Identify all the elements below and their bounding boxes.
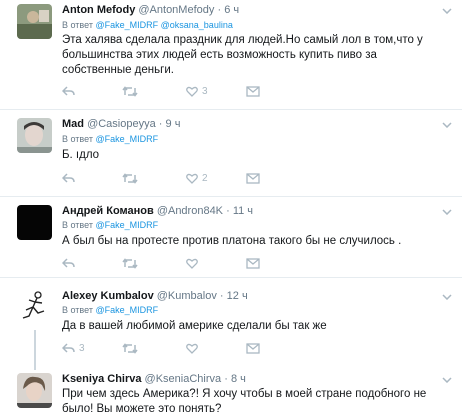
tweet-actions: [62, 258, 302, 274]
chevron-down-icon[interactable]: [442, 122, 452, 128]
like-button[interactable]: [186, 258, 198, 269]
separator-dot: ·: [158, 118, 163, 130]
dm-button[interactable]: [246, 86, 260, 97]
author-line: Alexey Kumbalov @Kumbalov · 12 ч: [62, 290, 248, 302]
tweet[interactable]: Kseniya Chirva @KseniaChirva · 8 ч При ч…: [0, 370, 462, 420]
avatar[interactable]: [17, 118, 52, 153]
dm-icon: [246, 258, 260, 269]
tweet-text: Б. ıдло: [62, 149, 100, 161]
reply-button[interactable]: [62, 86, 75, 97]
separator-dot: ·: [226, 205, 230, 217]
like-count: 2: [202, 173, 208, 184]
reply-context: В ответ @Fake_MIDRF: [62, 220, 158, 230]
timestamp[interactable]: 9 ч: [166, 118, 181, 130]
display-name[interactable]: Anton Mefody: [62, 4, 135, 16]
reply-prefix: В ответ: [62, 134, 93, 144]
chevron-down-icon[interactable]: [442, 377, 452, 383]
avatar[interactable]: [17, 373, 52, 408]
tweet[interactable]: Alexey Kumbalov @Kumbalov · 12 ч В ответ…: [0, 278, 462, 370]
retweet-button[interactable]: [122, 86, 138, 97]
like-icon: [186, 86, 198, 97]
dm-button[interactable]: [246, 343, 260, 354]
chevron-down-icon[interactable]: [442, 8, 452, 14]
tweet-text: Да в вашей любимой америке сделали бы та…: [62, 320, 327, 332]
chevron-down-icon[interactable]: [442, 209, 452, 215]
like-count: 3: [202, 86, 208, 97]
retweet-button[interactable]: [122, 173, 138, 184]
display-name[interactable]: Mad: [62, 118, 84, 130]
dm-icon: [246, 86, 260, 97]
like-icon: [186, 258, 198, 269]
user-handle[interactable]: @Andron84K: [157, 205, 223, 217]
retweet-icon: [122, 343, 138, 354]
reply-button[interactable]: [62, 173, 75, 184]
like-icon: [186, 343, 198, 354]
tweet-text: Эта халява сделала праздник для людей.Но…: [62, 34, 423, 76]
reply-prefix: В ответ: [62, 20, 93, 30]
retweet-button[interactable]: [122, 258, 138, 269]
reply-count: 3: [79, 343, 85, 354]
user-handle[interactable]: @AntonMefody: [138, 4, 214, 16]
display-name[interactable]: Alexey Kumbalov: [62, 290, 154, 302]
timestamp[interactable]: 12 ч: [227, 290, 248, 302]
reply-icon: [62, 86, 75, 96]
tweet-text: При чем здесь Америка?! Я хочу чтобы в м…: [62, 388, 427, 415]
tweet[interactable]: Anton Mefody @AntonMefody · 6 ч В ответ …: [0, 0, 462, 110]
reply-context: В ответ @Fake_MIDRF @oksana_baulina: [62, 20, 233, 30]
chevron-down-icon[interactable]: [442, 294, 452, 300]
reply-prefix: В ответ: [62, 220, 93, 230]
retweet-button[interactable]: [122, 343, 138, 354]
reply-icon: [62, 173, 75, 183]
avatar[interactable]: [17, 288, 52, 323]
retweet-icon: [122, 173, 138, 184]
tweet-actions: 2: [62, 173, 302, 189]
tweet[interactable]: Mad @Casiopeyya · 9 ч В ответ @Fake_MIDR…: [0, 110, 462, 198]
display-name[interactable]: Kseniya Chirva: [62, 373, 141, 385]
reply-prefix: В ответ: [62, 305, 93, 315]
reply-context: В ответ @Fake_MIDRF: [62, 134, 158, 144]
reply-button[interactable]: [62, 258, 75, 269]
reply-icon: [62, 258, 75, 268]
user-handle[interactable]: @Kumbalov: [157, 290, 217, 302]
author-line: Андрей Команов @Andron84K · 11 ч: [62, 205, 253, 217]
reply-icon: [62, 343, 75, 353]
tweet-actions: 3: [62, 343, 302, 359]
display-name[interactable]: Андрей Команов: [62, 205, 154, 217]
separator-dot: ·: [224, 373, 228, 385]
avatar[interactable]: [17, 4, 52, 39]
avatar[interactable]: [17, 205, 52, 240]
dm-button[interactable]: [246, 173, 260, 184]
timestamp[interactable]: 11 ч: [233, 205, 253, 217]
mention-link[interactable]: @Fake_MIDRF: [95, 220, 158, 230]
user-handle[interactable]: @Casiopeyya: [87, 118, 156, 130]
mention-link[interactable]: @Fake_MIDRF: [95, 305, 158, 315]
like-button[interactable]: [186, 343, 198, 354]
tweet[interactable]: Андрей Команов @Andron84K · 11 ч В ответ…: [0, 197, 462, 277]
mention-link[interactable]: @Fake_MIDRF: [95, 134, 158, 144]
retweet-icon: [122, 86, 138, 97]
dm-icon: [246, 343, 260, 354]
author-line: Kseniya Chirva @KseniaChirva · 8 ч: [62, 373, 246, 385]
mention-link[interactable]: @oksana_baulina: [161, 20, 233, 30]
retweet-icon: [122, 258, 138, 269]
reply-button[interactable]: 3: [62, 343, 85, 354]
like-button[interactable]: 3: [186, 86, 208, 97]
user-handle[interactable]: @KseniaChirva: [145, 373, 222, 385]
author-line: Anton Mefody @AntonMefody · 6 ч: [62, 4, 239, 16]
like-icon: [186, 173, 198, 184]
dm-button[interactable]: [246, 258, 260, 269]
tweet-actions: 3: [62, 86, 302, 102]
mention-link[interactable]: @Fake_MIDRF: [95, 20, 158, 30]
separator-dot: ·: [219, 290, 224, 302]
separator-dot: ·: [217, 4, 222, 16]
tweet-text: А был бы на протесте против платона тако…: [62, 235, 402, 247]
author-line: Mad @Casiopeyya · 9 ч: [62, 118, 180, 130]
like-button[interactable]: 2: [186, 173, 208, 184]
dm-icon: [246, 173, 260, 184]
timestamp[interactable]: 6 ч: [224, 4, 239, 16]
reply-context: В ответ @Fake_MIDRF: [62, 305, 158, 315]
timestamp[interactable]: 8 ч: [231, 373, 246, 385]
